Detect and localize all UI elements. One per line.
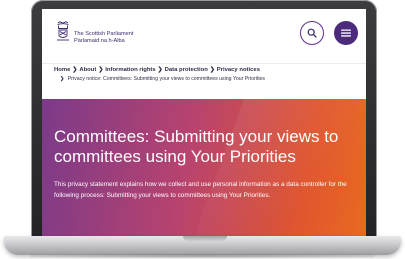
search-icon — [307, 28, 317, 38]
site-logo[interactable]: The Scottish Parliament Pàrlamaid na h-A… — [74, 31, 133, 45]
laptop-notch — [183, 236, 227, 241]
browser-screen: The Scottish Parliament Pàrlamaid na h-A… — [42, 9, 366, 238]
breadcrumb-current-row: ❯ Privacy notice: Committees: Submitting… — [58, 75, 360, 84]
laptop-base — [4, 236, 401, 255]
logo-text-gaelic: Pàrlamaid na h-Alba — [74, 38, 125, 44]
breadcrumb-about[interactable]: About — [79, 67, 96, 73]
chevron-right-icon: ❯ — [209, 67, 215, 73]
page-title: Committees: Submitting your views to com… — [54, 127, 339, 166]
breadcrumb-links: Home ❯ About ❯ Information rights ❯ Data prote… — [54, 66, 360, 75]
chevron-right-icon: ❯ — [157, 67, 163, 73]
logo-text-english: The Scottish Parliament — [74, 31, 134, 37]
site-header: The Scottish Parliament Pàrlamaid na h-A… — [42, 9, 366, 64]
chevron-right-icon: ❯ — [60, 76, 65, 82]
breadcrumb-privacy-notices[interactable]: Privacy notices — [217, 67, 260, 73]
chevron-right-icon: ❯ — [98, 67, 104, 73]
hero-decoration — [186, 99, 366, 238]
menu-button[interactable] — [334, 21, 358, 45]
breadcrumb: Home ❯ About ❯ Information rights ❯ Data prote… — [54, 66, 360, 84]
menu-icon — [341, 29, 351, 37]
crest-icon — [57, 21, 69, 41]
breadcrumb-data-protection[interactable]: Data protection — [165, 67, 208, 73]
breadcrumb-home[interactable]: Home — [54, 67, 70, 73]
breadcrumb-information-rights[interactable]: Information rights — [105, 67, 155, 73]
chevron-right-icon: ❯ — [72, 67, 78, 73]
laptop-shadow — [30, 254, 375, 258]
search-button[interactable] — [300, 21, 324, 45]
breadcrumb-current: Privacy notice: Committees: Submitting y… — [67, 76, 266, 82]
hero-banner: Committees: Submitting your views to com… — [42, 99, 366, 238]
page-description: This privacy statement explains how we c… — [54, 181, 347, 199]
